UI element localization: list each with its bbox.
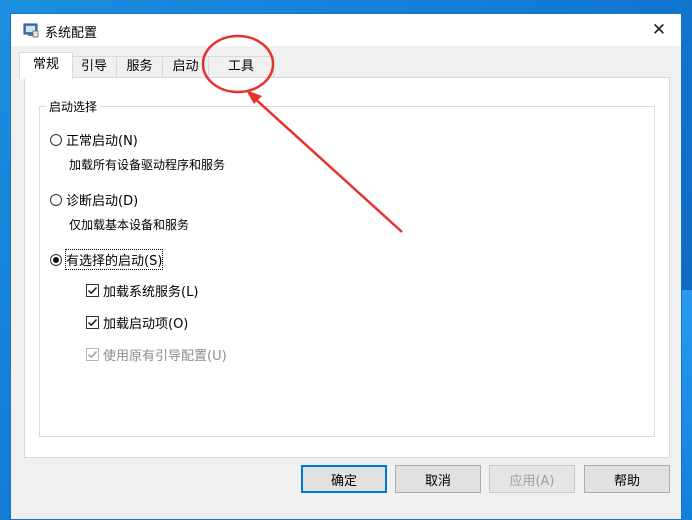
tab-strip: 常规 引导 服务 启动 工具 xyxy=(11,50,681,80)
checkbox-label: 加载系统服务(L) xyxy=(103,285,199,300)
radio-label: 诊断启动(D) xyxy=(66,194,139,209)
radio-label: 正常启动(N) xyxy=(66,134,138,149)
checkbox-label: 使用原有引导配置(U) xyxy=(103,349,227,364)
normal-startup-radio[interactable]: 正常启动(N) xyxy=(50,130,138,149)
tab-services[interactable]: 服务 xyxy=(116,56,163,78)
msconfig-app-icon xyxy=(23,23,39,38)
checkbox-checked-icon xyxy=(86,348,99,361)
window-title: 系统配置 xyxy=(45,26,98,41)
radio-button-icon xyxy=(50,133,62,146)
ok-button[interactable]: 确定 xyxy=(301,465,387,493)
title-bar: 系统配置 ✕ xyxy=(11,14,681,46)
tab-label: 服务 xyxy=(126,59,153,74)
tab-label: 工具 xyxy=(227,59,254,74)
radio-selected-icon xyxy=(50,253,62,266)
tab-label: 常规 xyxy=(32,57,59,72)
apply-button: 应用(A) xyxy=(489,465,575,493)
group-legend: 启动选择 xyxy=(46,98,101,115)
general-tab-panel: 启动选择 正常启动(N) 加载所有设备驱动程序和服务 诊断启动(D) 仅加载基本… xyxy=(24,77,670,458)
load-startup-items-checkbox[interactable]: 加载启动项(O) xyxy=(86,313,188,332)
tab-startup[interactable]: 启动 xyxy=(162,56,209,78)
use-original-boot-config-checkbox: 使用原有引导配置(U) xyxy=(86,345,227,364)
diagnostic-startup-radio[interactable]: 诊断启动(D) xyxy=(50,190,138,209)
checkbox-checked-icon xyxy=(86,284,99,297)
help-button[interactable]: 帮助 xyxy=(584,465,670,493)
diagnostic-startup-description: 仅加载基本设备和服务 xyxy=(69,218,190,232)
tab-boot[interactable]: 引导 xyxy=(71,56,117,78)
normal-startup-description: 加载所有设备驱动程序和服务 xyxy=(69,158,226,172)
load-system-services-checkbox[interactable]: 加载系统服务(L) xyxy=(86,281,198,300)
selective-startup-radio[interactable]: 有选择的启动(S) xyxy=(50,249,164,270)
startup-selection-group: 启动选择 正常启动(N) 加载所有设备驱动程序和服务 诊断启动(D) 仅加载基本… xyxy=(39,98,655,437)
tab-label: 引导 xyxy=(80,59,107,74)
checkbox-checked-icon xyxy=(86,316,99,329)
desktop-background xyxy=(682,290,692,520)
system-config-window: 系统配置 ✕ 常规 引导 服务 启动 工具 启动选择 正常启动(N) 加载所有设… xyxy=(10,13,682,520)
tab-general[interactable]: 常规 xyxy=(19,52,73,79)
radio-label: 有选择的启动(S) xyxy=(64,249,164,270)
radio-button-icon xyxy=(50,193,62,206)
cancel-button[interactable]: 取消 xyxy=(395,465,481,493)
close-icon: ✕ xyxy=(651,20,667,40)
tab-label: 启动 xyxy=(172,59,199,74)
tab-tools[interactable]: 工具 xyxy=(208,56,274,78)
close-button[interactable]: ✕ xyxy=(637,14,681,46)
checkbox-label: 加载启动项(O) xyxy=(103,317,189,332)
